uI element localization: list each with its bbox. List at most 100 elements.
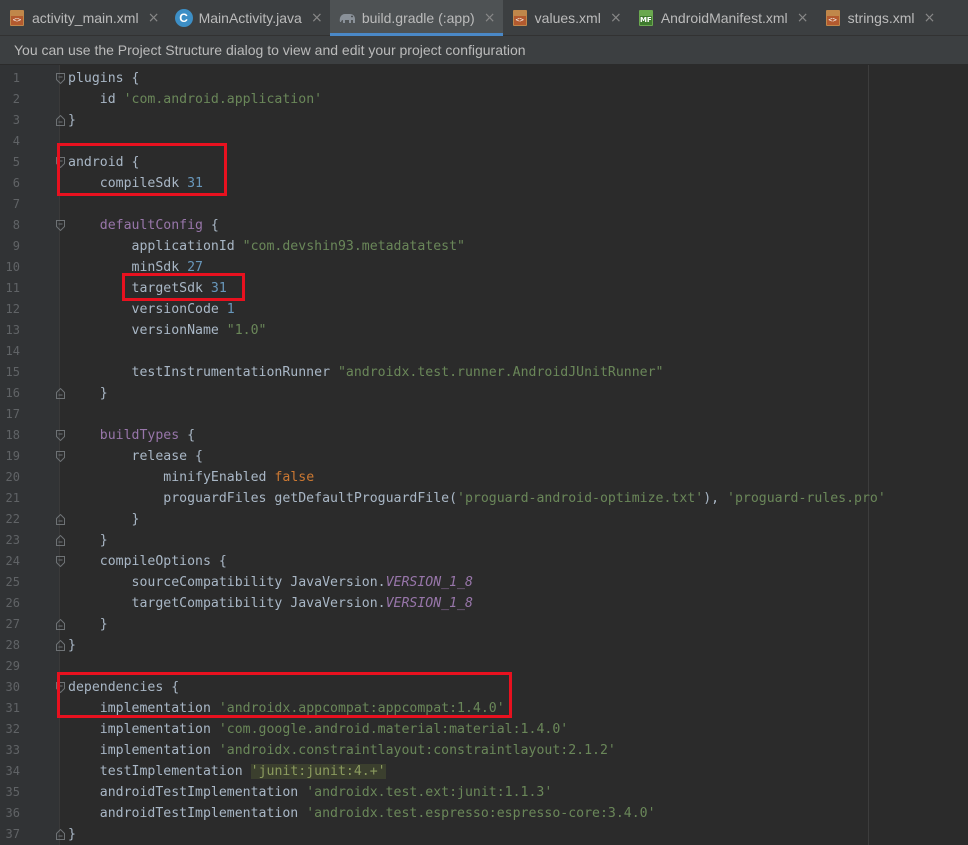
code-line[interactable]: 11 targetSdk 31 <box>0 278 968 299</box>
tab-android-manifest-xml[interactable]: AndroidManifest.xml × <box>629 0 816 36</box>
code-text[interactable]: proguardFiles getDefaultProguardFile('pr… <box>68 488 886 509</box>
code-text[interactable]: } <box>68 110 76 131</box>
fold-start-icon[interactable] <box>56 73 65 84</box>
code-text[interactable]: release { <box>68 446 203 467</box>
code-text[interactable]: implementation 'androidx.constraintlayou… <box>68 740 616 761</box>
code-text[interactable]: testInstrumentationRunner "androidx.test… <box>68 362 664 383</box>
fold-end-icon[interactable] <box>56 640 65 651</box>
fold-start-icon[interactable] <box>56 451 65 462</box>
code-line[interactable]: 25 sourceCompatibility JavaVersion.VERSI… <box>0 572 968 593</box>
fold-end-icon[interactable] <box>56 514 65 525</box>
code-text[interactable]: testImplementation 'junit:junit:4.+' <box>68 761 386 782</box>
tab-build-gradle-app[interactable]: build.gradle (:app) × <box>329 0 503 36</box>
code-text[interactable]: androidTestImplementation 'androidx.test… <box>68 782 553 803</box>
code-line[interactable]: 6 compileSdk 31 <box>0 173 968 194</box>
code-text[interactable]: } <box>68 614 108 635</box>
code-text[interactable]: id 'com.android.application' <box>68 89 322 110</box>
code-text[interactable]: android { <box>68 152 139 173</box>
code-line[interactable]: 34 testImplementation 'junit:junit:4.+' <box>0 761 968 782</box>
code-line[interactable]: 8 defaultConfig { <box>0 215 968 236</box>
code-text[interactable]: versionName "1.0" <box>68 320 267 341</box>
close-icon[interactable]: × <box>796 10 810 26</box>
code-line[interactable]: 2 id 'com.android.application' <box>0 89 968 110</box>
code-line[interactable]: 9 applicationId "com.devshin93.metadatat… <box>0 236 968 257</box>
code-line[interactable]: 18 buildTypes { <box>0 425 968 446</box>
code-text[interactable]: } <box>68 635 76 656</box>
code-text[interactable]: } <box>68 530 108 551</box>
fold-end-icon[interactable] <box>56 829 65 840</box>
code-text[interactable]: compileSdk 31 <box>68 173 203 194</box>
code-line[interactable]: 15 testInstrumentationRunner "androidx.t… <box>0 362 968 383</box>
code-line[interactable]: 28} <box>0 635 968 656</box>
code-line[interactable]: 35 androidTestImplementation 'androidx.t… <box>0 782 968 803</box>
tab-strings-xml[interactable]: strings.xml × <box>816 0 943 36</box>
code-text[interactable]: } <box>68 509 140 530</box>
code-line[interactable]: 13 versionName "1.0" <box>0 320 968 341</box>
code-editor[interactable]: 1 plugins {2 id 'com.android.application'… <box>0 65 968 845</box>
code-line[interactable]: 12 versionCode 1 <box>0 299 968 320</box>
fold-end-icon[interactable] <box>56 619 65 630</box>
code-line[interactable]: 23 } <box>0 530 968 551</box>
fold-start-icon[interactable] <box>56 220 65 231</box>
code-line[interactable]: 10 minSdk 27 <box>0 257 968 278</box>
code-text[interactable]: minSdk 27 <box>68 257 203 278</box>
code-line[interactable]: 19 release { <box>0 446 968 467</box>
code-token: implementation <box>68 743 219 758</box>
code-line[interactable]: 22 } <box>0 509 968 530</box>
close-icon[interactable]: × <box>923 10 937 26</box>
code-text[interactable]: dependencies { <box>68 677 179 698</box>
fold-end-icon[interactable] <box>56 388 65 399</box>
code-text[interactable]: } <box>68 383 108 404</box>
code-text[interactable]: minifyEnabled false <box>68 467 314 488</box>
code-token: 'androidx.test.ext:junit:1.1.3' <box>306 785 553 800</box>
code-line[interactable]: 24 compileOptions { <box>0 551 968 572</box>
fold-start-icon[interactable] <box>56 556 65 567</box>
code-text[interactable]: targetCompatibility JavaVersion.VERSION_… <box>68 593 473 614</box>
code-line[interactable]: 33 implementation 'androidx.constraintla… <box>0 740 968 761</box>
code-line[interactable]: 30 dependencies { <box>0 677 968 698</box>
code-line[interactable]: 7 <box>0 194 968 215</box>
close-icon[interactable]: × <box>310 10 324 26</box>
code-line[interactable]: 3} <box>0 110 968 131</box>
code-line[interactable]: 36 androidTestImplementation 'androidx.t… <box>0 803 968 824</box>
code-token: "1.0" <box>226 323 267 338</box>
code-line[interactable]: 32 implementation 'com.google.android.ma… <box>0 719 968 740</box>
fold-start-icon[interactable] <box>56 430 65 441</box>
code-text[interactable]: sourceCompatibility JavaVersion.VERSION_… <box>68 572 473 593</box>
code-line[interactable]: 20 minifyEnabled false <box>0 467 968 488</box>
close-icon[interactable]: × <box>609 10 623 26</box>
line-number: 30 <box>5 680 20 694</box>
code-text[interactable]: versionCode 1 <box>68 299 235 320</box>
tab-main-activity-java[interactable]: MainActivity.java × <box>167 0 330 36</box>
tab-values-xml[interactable]: values.xml × <box>503 0 629 36</box>
code-line[interactable]: 29 <box>0 656 968 677</box>
code-text[interactable]: } <box>68 824 76 845</box>
code-line[interactable]: 5 android { <box>0 152 968 173</box>
code-text[interactable]: implementation 'androidx.appcompat:appco… <box>68 698 505 719</box>
code-text[interactable]: plugins { <box>68 68 139 89</box>
code-line[interactable]: 37} <box>0 824 968 845</box>
close-icon[interactable]: × <box>147 10 161 26</box>
code-line[interactable]: 17 <box>0 404 968 425</box>
tab-activity-main-xml[interactable]: activity_main.xml × <box>0 0 167 36</box>
close-icon[interactable]: × <box>483 10 497 26</box>
fold-start-icon[interactable] <box>56 157 65 168</box>
code-text[interactable]: targetSdk 31 <box>68 278 227 299</box>
fold-end-icon[interactable] <box>56 115 65 126</box>
code-line[interactable]: 27 } <box>0 614 968 635</box>
fold-start-icon[interactable] <box>56 682 65 693</box>
code-line[interactable]: 16 } <box>0 383 968 404</box>
code-line[interactable]: 31 implementation 'androidx.appcompat:ap… <box>0 698 968 719</box>
code-text[interactable]: compileOptions { <box>68 551 227 572</box>
fold-end-icon[interactable] <box>56 535 65 546</box>
code-text[interactable]: applicationId "com.devshin93.metadatates… <box>68 236 465 257</box>
code-text[interactable]: defaultConfig { <box>68 215 219 236</box>
code-text[interactable]: buildTypes { <box>68 425 195 446</box>
code-line[interactable]: 1 plugins { <box>0 68 968 89</box>
code-text[interactable]: implementation 'com.google.android.mater… <box>68 719 568 740</box>
code-line[interactable]: 26 targetCompatibility JavaVersion.VERSI… <box>0 593 968 614</box>
code-line[interactable]: 4 <box>0 131 968 152</box>
code-text[interactable]: androidTestImplementation 'androidx.test… <box>68 803 656 824</box>
code-line[interactable]: 14 <box>0 341 968 362</box>
code-line[interactable]: 21 proguardFiles getDefaultProguardFile(… <box>0 488 968 509</box>
